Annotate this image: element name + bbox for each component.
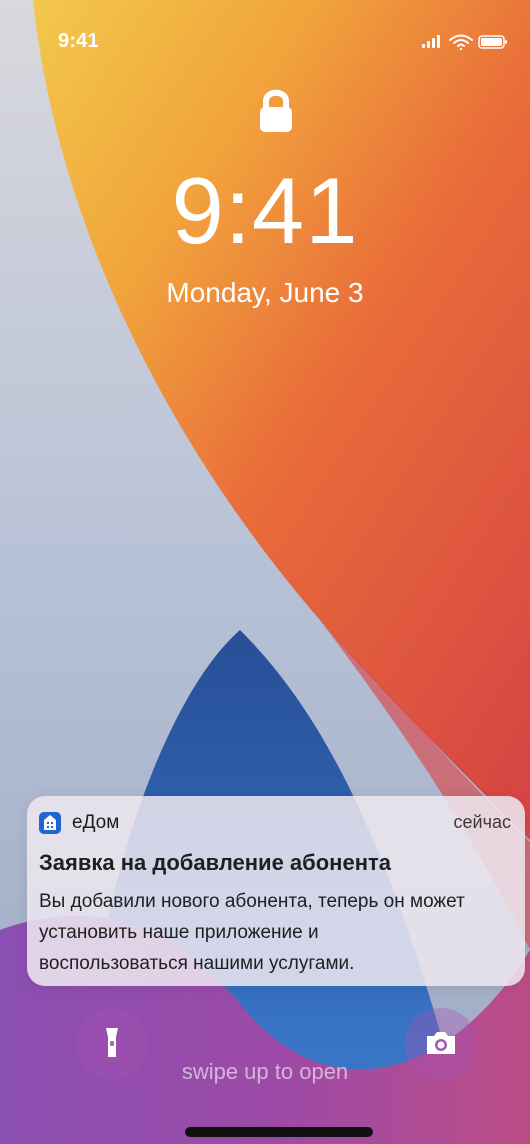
notification-card[interactable]: еДом сейчас Заявка на добавление абонент… (27, 796, 525, 986)
notification-app-name: еДом (72, 812, 120, 833)
notification-body-line: Вы добавили нового абонента, теперь он м… (39, 891, 465, 912)
status-time: 9:41 (58, 30, 99, 52)
lock-date: Monday, June 3 (166, 277, 364, 308)
status-icons (422, 34, 507, 51)
notification-body-line: воспользоваться нашими услугами. (39, 953, 355, 974)
home-indicator[interactable] (185, 1127, 373, 1137)
edom-app-icon (39, 812, 61, 834)
notification-body: Вы добавили нового абонента, теперь он м… (39, 886, 519, 979)
signal-icon (422, 35, 440, 48)
notification-title: Заявка на добавление абонента (39, 850, 391, 875)
swipe-up-hint: swipe up to open (181, 1059, 349, 1084)
notification-body-line: установить наше приложение и (39, 922, 319, 943)
status-bar: 9:41 (0, 0, 530, 80)
lock-screen: 9:41 9:41 Monday, June 3 еДом сейчас Зая… (0, 0, 530, 1144)
wifi-icon (449, 34, 473, 51)
lock-icon (260, 89, 292, 132)
lock-time: 9:41 (171, 158, 359, 263)
notification-timestamp: сейчас (453, 812, 511, 832)
battery-icon (478, 35, 507, 49)
